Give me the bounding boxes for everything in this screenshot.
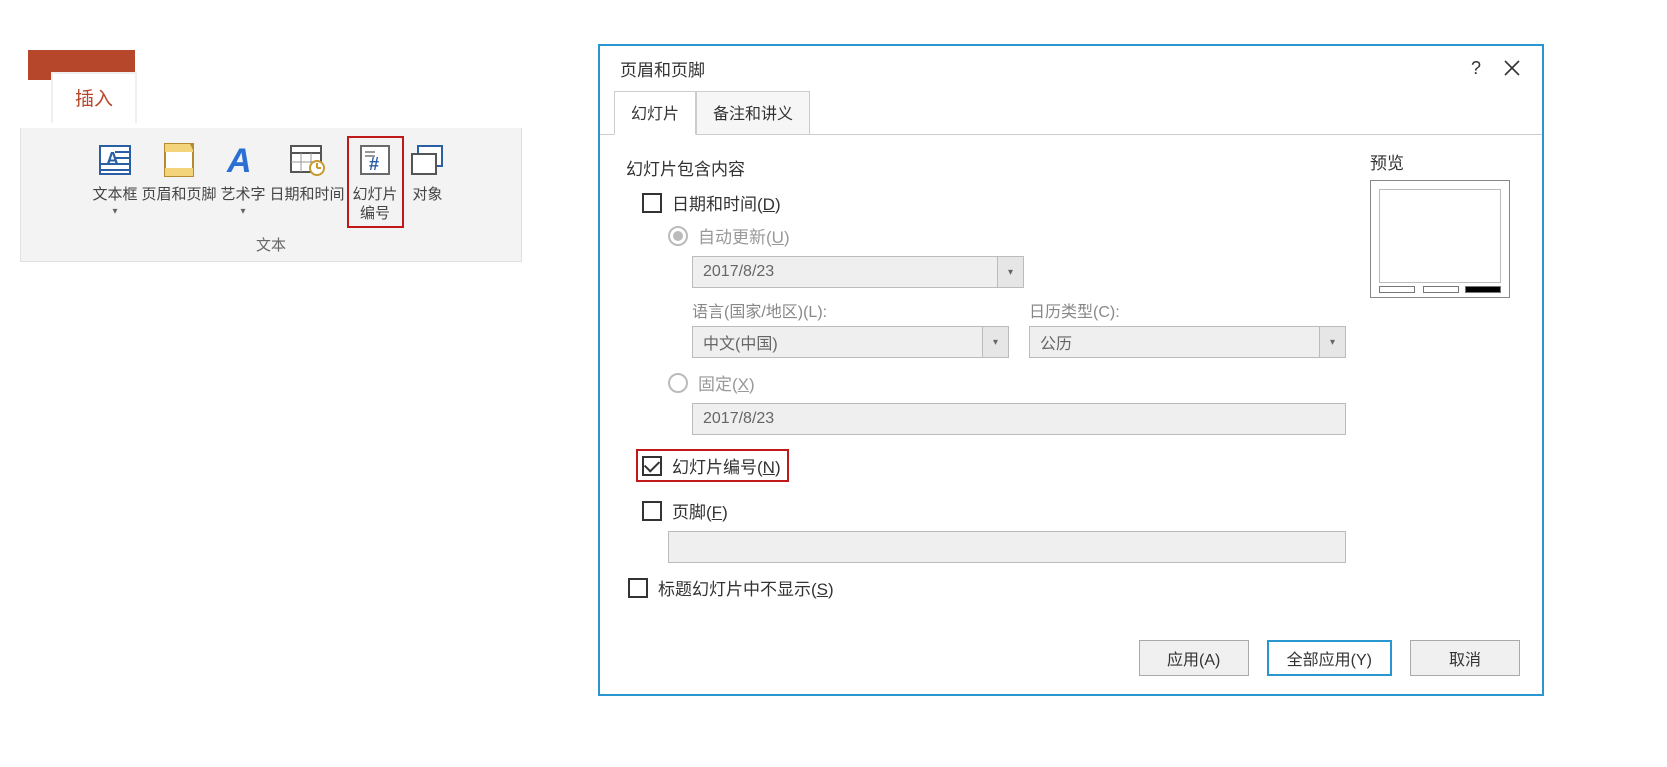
- ribbon-btn-label: 页眉和页脚: [141, 186, 216, 205]
- field-label: 语言(国家/地区)(L):: [692, 298, 1009, 322]
- radio-label: 固定(X): [698, 370, 755, 395]
- select-value: 2017/8/23: [693, 263, 997, 281]
- preview-placeholder-footer: [1423, 286, 1459, 293]
- preview-label: 预览: [1370, 149, 1520, 174]
- checkbox-icon: [642, 501, 662, 521]
- datetime-icon: [285, 138, 329, 182]
- ribbon-btn-label: 日期和时间: [270, 186, 345, 205]
- apply-button[interactable]: 应用(A): [1139, 640, 1249, 676]
- svg-text:#: #: [369, 154, 379, 174]
- textbox-icon: A: [93, 138, 137, 182]
- checkbox-date-time[interactable]: 日期和时间(D): [642, 190, 1346, 215]
- radio-auto-update[interactable]: 自动更新(U): [668, 223, 1346, 248]
- checkbox-label: 日期和时间(D): [672, 190, 781, 215]
- ribbon-btn-label: 对象: [413, 186, 443, 205]
- ribbon-btn-label-line2: 编号: [360, 205, 390, 224]
- fixed-date-input[interactable]: 2017/8/23: [692, 403, 1346, 435]
- select-value: 公历: [1030, 330, 1319, 354]
- dialog-tabs: 幻灯片 备注和讲义: [600, 90, 1542, 135]
- checkbox-hide-on-title[interactable]: 标题幻灯片中不显示(S): [628, 575, 1346, 600]
- preview-thumbnail: [1370, 180, 1510, 298]
- date-format-select[interactable]: 2017/8/23 ▾: [692, 256, 1024, 288]
- ribbon-btn-wordart[interactable]: A 艺术字 ▾: [218, 136, 267, 228]
- dialog-title: 页眉和页脚: [620, 56, 1458, 81]
- field-label: 日历类型(C):: [1029, 298, 1346, 322]
- dialog-titlebar: 页眉和页脚 ?: [600, 46, 1542, 90]
- ribbon-btn-header-footer[interactable]: 页眉和页脚: [139, 136, 218, 228]
- ribbon-btn-slide-number[interactable]: # 幻灯片 编号: [347, 136, 404, 228]
- section-heading: 幻灯片包含内容: [626, 155, 1346, 180]
- preview-placeholder-date: [1379, 286, 1415, 293]
- slide-number-icon: #: [353, 138, 397, 182]
- svg-text:A: A: [226, 142, 252, 180]
- header-footer-icon: [157, 138, 201, 182]
- close-button[interactable]: [1494, 50, 1530, 86]
- select-value: 中文(中国): [693, 330, 982, 354]
- preview-placeholder-number: [1465, 286, 1501, 293]
- close-icon: [1503, 59, 1521, 77]
- checkbox-icon: [642, 193, 662, 213]
- footer-text-input[interactable]: [668, 531, 1346, 563]
- help-button[interactable]: ?: [1458, 50, 1494, 86]
- checkbox-icon: [628, 578, 648, 598]
- cancel-button[interactable]: 取消: [1410, 640, 1520, 676]
- ribbon-group-label: 文本: [27, 234, 515, 255]
- checkbox-slide-number[interactable]: 幻灯片编号(N): [636, 449, 789, 482]
- tab-notes-handout[interactable]: 备注和讲义: [696, 91, 810, 135]
- ribbon-btn-object[interactable]: 对象: [404, 136, 452, 228]
- tab-slide[interactable]: 幻灯片: [614, 91, 696, 135]
- checkbox-icon: [642, 456, 662, 476]
- ribbon-btn-datetime[interactable]: 日期和时间: [268, 136, 347, 228]
- wordart-icon: A: [221, 138, 265, 182]
- dialog-button-row: 应用(A) 全部应用(Y) 取消: [600, 626, 1542, 694]
- language-select[interactable]: 中文(中国) ▾: [692, 326, 1009, 358]
- checkbox-label: 幻灯片编号(N): [672, 453, 781, 478]
- radio-icon: [668, 373, 688, 393]
- radio-fixed[interactable]: 固定(X): [668, 370, 1346, 395]
- ribbon-text-group: 插入 A 文本框 ▾ 页眉和页脚 A 艺术字: [20, 50, 522, 262]
- header-footer-dialog: 页眉和页脚 ? 幻灯片 备注和讲义 幻灯片包含内容 日期和时间(D) 自动更新(…: [598, 44, 1544, 696]
- apply-all-button[interactable]: 全部应用(Y): [1267, 640, 1392, 676]
- ribbon-btn-label: 文本框: [92, 186, 137, 205]
- chevron-down-icon: ▾: [1319, 327, 1345, 357]
- ribbon-tab-insert[interactable]: 插入: [51, 72, 137, 123]
- ribbon-btn-textbox[interactable]: A 文本框 ▾: [90, 136, 139, 228]
- ribbon-btn-label: 幻灯片: [353, 186, 398, 205]
- calendar-type-select[interactable]: 公历 ▾: [1029, 326, 1346, 358]
- dropdown-arrow-icon: ▾: [240, 207, 245, 217]
- checkbox-footer[interactable]: 页脚(F): [642, 498, 1346, 523]
- checkbox-label: 页脚(F): [672, 498, 728, 523]
- chevron-down-icon: ▾: [997, 257, 1023, 287]
- radio-icon: [668, 226, 688, 246]
- chevron-down-icon: ▾: [982, 327, 1008, 357]
- dropdown-arrow-icon: ▾: [112, 207, 117, 217]
- radio-label: 自动更新(U): [698, 223, 790, 248]
- checkbox-label: 标题幻灯片中不显示(S): [658, 575, 834, 600]
- ribbon-btn-label: 艺术字: [220, 186, 265, 205]
- object-icon: [406, 138, 450, 182]
